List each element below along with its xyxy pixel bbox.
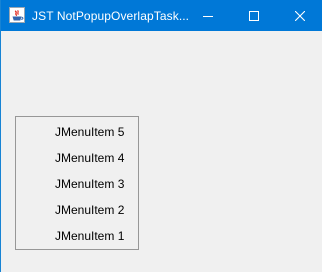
menu-item-label: JMenuItem 1 [55,229,125,243]
menu-item-1[interactable]: JMenuItem 1 [16,223,138,249]
minimize-icon [203,15,213,17]
title-bar[interactable]: JST NotPopupOverlapTask... [1,0,322,31]
menu-item-label: JMenuItem 2 [55,203,125,217]
maximize-icon [249,10,259,21]
application-window: JST NotPopupOverlapTask... JMenuItem 5 J… [0,0,322,272]
menu-item-5[interactable]: JMenuItem 5 [16,119,138,145]
minimize-button[interactable] [185,0,231,31]
menu-item-3[interactable]: JMenuItem 3 [16,171,138,197]
menu-item-2[interactable]: JMenuItem 2 [16,197,138,223]
menu-item-label: JMenuItem 5 [55,125,125,139]
close-icon [295,10,305,21]
menu-item-label: JMenuItem 3 [55,177,125,191]
menu-item-label: JMenuItem 4 [55,151,125,165]
popup-menu: JMenuItem 5 JMenuItem 4 JMenuItem 3 JMen… [15,116,139,250]
java-app-icon[interactable] [9,7,25,23]
maximize-button[interactable] [231,0,277,31]
close-button[interactable] [277,0,322,31]
menu-item-4[interactable]: JMenuItem 4 [16,145,138,171]
window-title: JST NotPopupOverlapTask... [32,9,190,23]
